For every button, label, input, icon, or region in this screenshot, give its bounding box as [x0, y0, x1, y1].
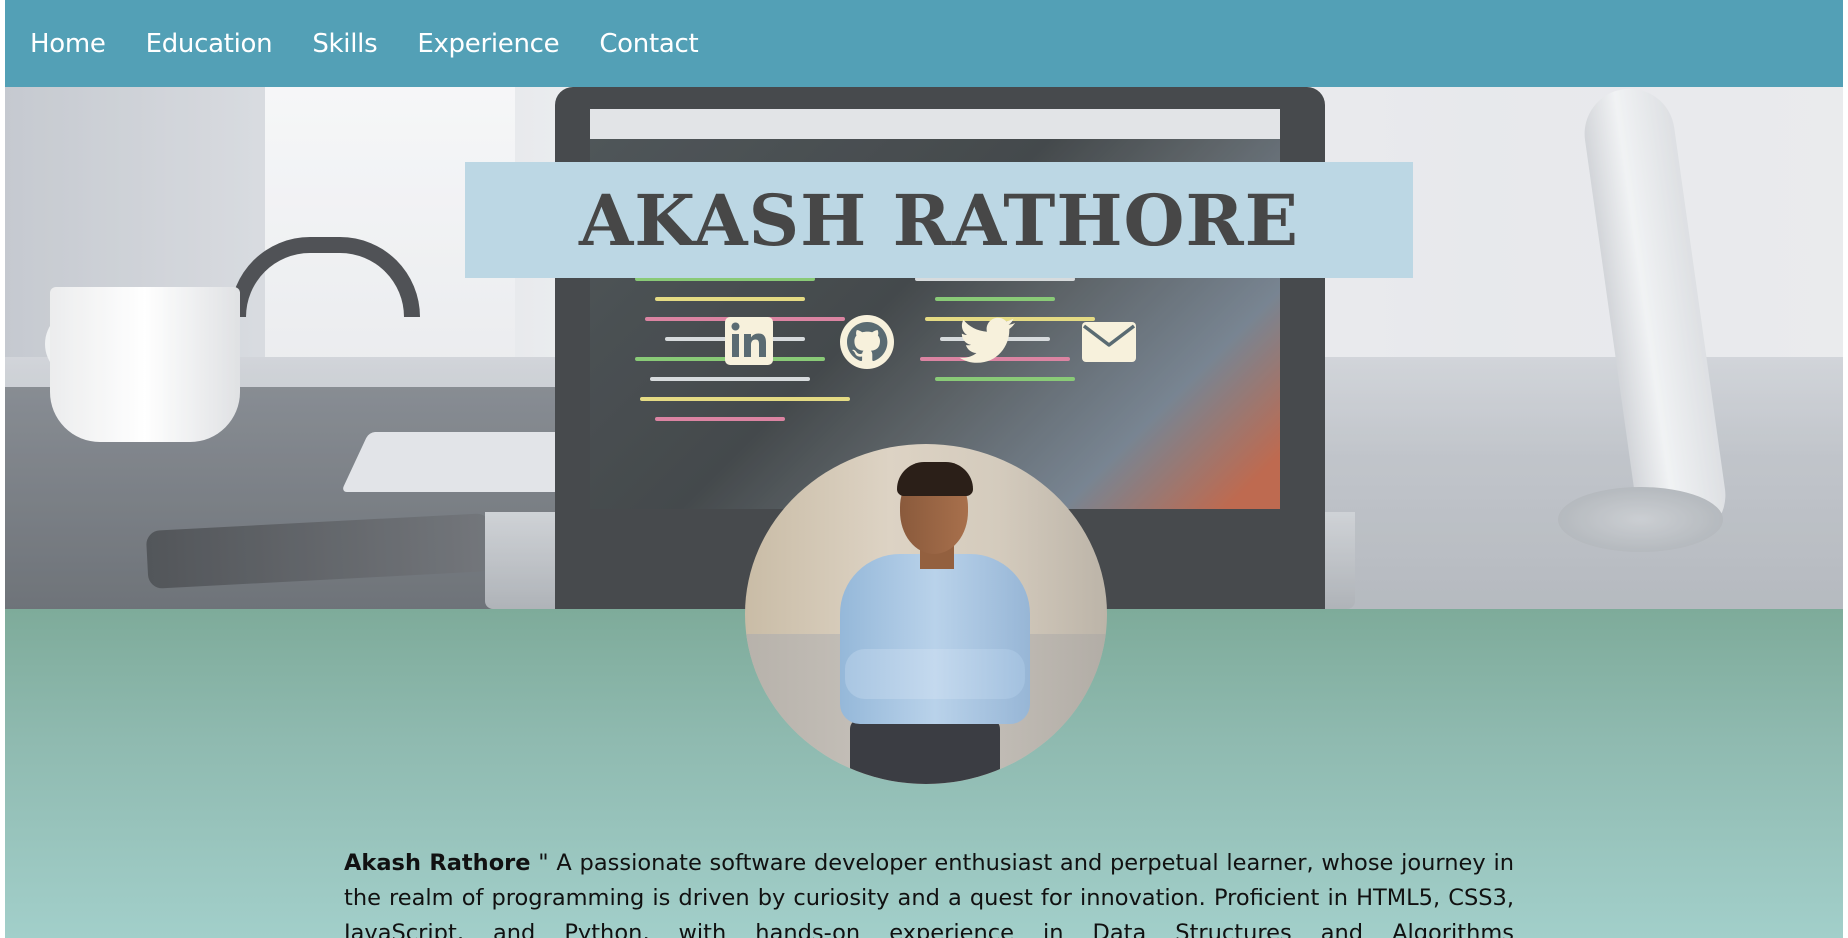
nav-contact[interactable]: Contact — [599, 29, 698, 59]
email-link[interactable] — [1080, 313, 1138, 373]
mail-icon — [1082, 322, 1136, 362]
profile-photo — [745, 444, 1107, 784]
github-link[interactable] — [838, 313, 896, 373]
page-title: AKASH RATHORE — [578, 178, 1300, 262]
about-name: Akash Rathore — [344, 850, 531, 876]
about-paragraph: Akash Rathore " A passionate software de… — [344, 846, 1514, 938]
linkedin-link[interactable] — [723, 313, 775, 373]
photo-arms — [845, 649, 1025, 699]
page: Home Education Skills Experience Contact — [5, 0, 1843, 938]
navbar: Home Education Skills Experience Contact — [5, 0, 1843, 87]
photo-pants — [850, 719, 1000, 784]
nav-home[interactable]: Home — [30, 29, 106, 59]
nav-skills[interactable]: Skills — [312, 29, 377, 59]
twitter-link[interactable] — [957, 313, 1019, 373]
name-banner: AKASH RATHORE — [465, 162, 1413, 278]
nav-experience[interactable]: Experience — [417, 29, 559, 59]
twitter-icon — [959, 317, 1015, 363]
linkedin-icon — [725, 317, 773, 365]
github-icon — [840, 315, 894, 369]
nav-education[interactable]: Education — [146, 29, 273, 59]
photo-hair — [897, 462, 973, 496]
